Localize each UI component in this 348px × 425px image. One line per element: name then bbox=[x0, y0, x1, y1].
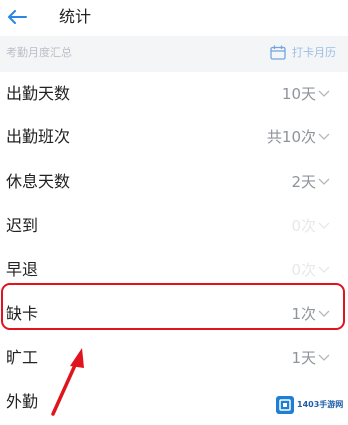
chevron-down-icon bbox=[318, 222, 330, 229]
row-value: 0次 bbox=[291, 217, 316, 235]
row-absent[interactable]: 旷工 1天 bbox=[0, 336, 348, 379]
row-value: 0次 bbox=[291, 261, 316, 279]
back-button[interactable] bbox=[6, 6, 28, 28]
summary-label: 考勤月度汇总 bbox=[6, 46, 72, 59]
chevron-down-icon bbox=[318, 133, 330, 140]
calendar-icon bbox=[270, 45, 286, 60]
chevron-down-icon bbox=[318, 354, 330, 361]
watermark-text: 1403手游网 bbox=[297, 400, 344, 409]
page-title: 统计 bbox=[59, 7, 92, 26]
chevron-down-icon bbox=[318, 266, 330, 273]
row-value: 10天 bbox=[281, 85, 316, 103]
row-label: 迟到 bbox=[6, 216, 39, 235]
row-label: 缺卡 bbox=[6, 304, 39, 323]
calendar-link[interactable]: 打卡月历 bbox=[270, 45, 336, 60]
chevron-down-icon bbox=[318, 178, 330, 185]
chevron-down-icon bbox=[318, 90, 330, 97]
row-label: 出勤班次 bbox=[6, 127, 71, 146]
row-label: 旷工 bbox=[6, 348, 39, 367]
row-label: 出勤天数 bbox=[6, 84, 71, 103]
row-value: 共10次 bbox=[266, 128, 316, 146]
top-bar: 统计 bbox=[0, 0, 348, 36]
row-attendance-shifts[interactable]: 出勤班次 共10次 bbox=[0, 115, 348, 158]
row-value: 1天 bbox=[291, 349, 316, 367]
row-early-leave[interactable]: 早退 0次 bbox=[0, 248, 348, 291]
row-label: 早退 bbox=[6, 260, 39, 279]
row-label: 休息天数 bbox=[6, 172, 71, 191]
row-value: 1次 bbox=[291, 305, 316, 323]
row-attendance-days[interactable]: 出勤天数 10天 bbox=[0, 72, 348, 115]
row-rest-days[interactable]: 休息天数 2天 bbox=[0, 160, 348, 203]
arrow-left-icon bbox=[8, 10, 27, 24]
row-value: 2天 bbox=[291, 173, 316, 191]
chevron-down-icon bbox=[318, 310, 330, 317]
watermark: 1403手游网 bbox=[276, 394, 346, 416]
row-late[interactable]: 迟到 0次 bbox=[0, 204, 348, 247]
summary-bar: 考勤月度汇总 打卡月历 bbox=[0, 36, 348, 72]
watermark-logo-icon bbox=[276, 396, 294, 414]
row-label: 外勤 bbox=[6, 392, 39, 411]
calendar-link-label: 打卡月历 bbox=[292, 45, 336, 59]
row-missed-punch[interactable]: 缺卡 1次 bbox=[0, 292, 348, 335]
